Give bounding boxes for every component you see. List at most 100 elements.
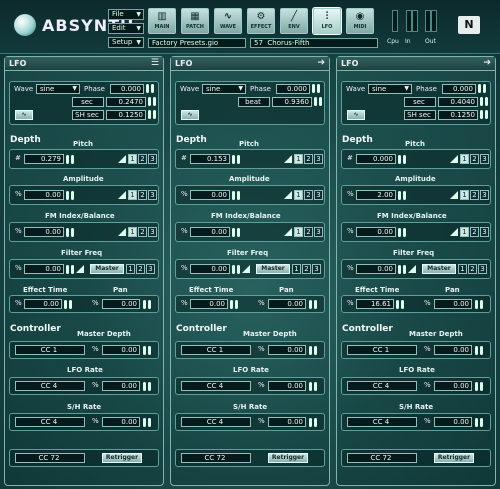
slot-1-button[interactable]: 1 <box>128 227 137 237</box>
curve-icon[interactable] <box>242 265 250 273</box>
lfo-rate-cc-field[interactable]: CC 4 <box>15 381 85 391</box>
phase-value[interactable]: 0.000 <box>110 84 144 94</box>
knob-icon[interactable] <box>237 155 240 164</box>
lfo-rate-cc-field[interactable]: CC 4 <box>181 381 251 391</box>
amplitude-value[interactable]: 0.00 <box>24 190 64 200</box>
effect-time-value[interactable]: 16.61 <box>356 299 394 309</box>
pan-value[interactable]: 0.00 <box>268 299 306 309</box>
knob-icon[interactable] <box>319 97 322 106</box>
knob-icon[interactable] <box>148 382 151 391</box>
amplitude-value[interactable]: 2.00 <box>356 190 396 200</box>
knob-icon[interactable] <box>148 418 151 427</box>
sh-rate-cc-field[interactable]: CC 4 <box>181 417 251 427</box>
slot-2-button[interactable]: 2 <box>304 227 313 237</box>
knob-icon[interactable] <box>232 191 235 200</box>
master-depth-cc-field[interactable]: CC 1 <box>181 345 251 355</box>
knob-icon[interactable] <box>146 84 149 93</box>
lfo-shape-icon[interactable]: ∿ <box>347 110 365 120</box>
effect-time-value[interactable]: 0.00 <box>24 299 62 309</box>
curve-icon[interactable] <box>118 191 126 199</box>
slot-1-button[interactable]: 1 <box>128 190 137 200</box>
pan-value[interactable]: 0.00 <box>434 299 472 309</box>
knob-icon[interactable] <box>475 382 478 391</box>
knob-icon[interactable] <box>314 418 317 427</box>
knob-icon[interactable] <box>232 155 235 164</box>
slot-2-button[interactable]: 2 <box>304 154 313 164</box>
retrigger-button[interactable]: Retrigger <box>102 453 142 463</box>
knob-icon[interactable] <box>71 191 74 200</box>
sh-unit-field[interactable]: SH sec <box>404 110 436 120</box>
retrigger-cc-field[interactable]: CC 72 <box>15 453 85 463</box>
knob-icon[interactable] <box>480 97 483 106</box>
wave-select[interactable]: sine ▼ <box>36 84 80 94</box>
phase-value[interactable]: 0.000 <box>276 84 310 94</box>
knob-icon[interactable] <box>71 228 74 237</box>
sh-rate-cc-field[interactable]: CC 4 <box>15 417 85 427</box>
lfo-rate-value[interactable]: 0.00 <box>434 381 472 391</box>
slot-1-button[interactable]: 1 <box>460 190 469 200</box>
slot-1-button[interactable]: 1 <box>126 264 135 274</box>
toolbar-midi-button[interactable]: ◉ MIDI <box>346 8 374 34</box>
knob-icon[interactable] <box>398 265 401 274</box>
knob-icon[interactable] <box>143 346 146 355</box>
master-button[interactable]: Master <box>422 264 456 274</box>
sh-rate-value[interactable]: 0.00 <box>268 417 306 427</box>
filter-value[interactable]: 0.00 <box>356 264 396 274</box>
knob-icon[interactable] <box>148 110 151 119</box>
rate-value[interactable]: 0.9360 <box>272 97 312 107</box>
knob-icon[interactable] <box>312 84 315 93</box>
lfo-shape-icon[interactable]: ∿ <box>181 110 199 120</box>
knob-icon[interactable] <box>314 382 317 391</box>
slot-3-button[interactable]: 3 <box>314 154 323 164</box>
knob-icon[interactable] <box>317 84 320 93</box>
sh-rate-value[interactable]: 0.00 <box>434 417 472 427</box>
curve-icon[interactable] <box>408 265 416 273</box>
curve-icon[interactable] <box>118 228 126 236</box>
sh-unit-field[interactable]: SH sec <box>72 110 104 120</box>
knob-icon[interactable] <box>309 300 312 309</box>
knob-icon[interactable] <box>480 300 483 309</box>
slot-1-button[interactable]: 1 <box>460 227 469 237</box>
slot-2-button[interactable]: 2 <box>138 190 147 200</box>
curve-icon[interactable] <box>450 155 458 163</box>
curve-icon[interactable] <box>284 191 292 199</box>
master-depth-value[interactable]: 0.00 <box>268 345 306 355</box>
curve-icon[interactable] <box>450 191 458 199</box>
knob-icon[interactable] <box>235 300 238 309</box>
knob-icon[interactable] <box>480 382 483 391</box>
file-menu[interactable]: File ▼ <box>108 9 144 20</box>
slot-2-button[interactable]: 2 <box>470 190 479 200</box>
fm-value[interactable]: 0.00 <box>356 227 396 237</box>
slot-1-button[interactable]: 1 <box>294 154 303 164</box>
knob-icon[interactable] <box>309 346 312 355</box>
knob-icon[interactable] <box>483 84 486 93</box>
master-depth-cc-field[interactable]: CC 1 <box>347 345 417 355</box>
toolbar-wave-button[interactable]: ∿ WAVE <box>214 8 242 34</box>
master-button[interactable]: Master <box>256 264 290 274</box>
knob-icon[interactable] <box>485 97 488 106</box>
sh-value[interactable]: 0.1250 <box>438 110 478 120</box>
knob-icon[interactable] <box>403 228 406 237</box>
toolbar-main-button[interactable]: ▥ MAIN <box>148 8 176 34</box>
slot-3-button[interactable]: 3 <box>480 190 489 200</box>
knob-icon[interactable] <box>153 110 156 119</box>
pitch-value[interactable]: 0.000 <box>356 154 396 164</box>
slot-2-button[interactable]: 2 <box>138 227 147 237</box>
knob-icon[interactable] <box>237 191 240 200</box>
retrigger-button[interactable]: Retrigger <box>434 453 474 463</box>
knob-icon[interactable] <box>309 418 312 427</box>
toolbar-patch-button[interactable]: ▦ PATCH <box>181 8 209 34</box>
knob-icon[interactable] <box>401 300 404 309</box>
pan-value[interactable]: 0.00 <box>102 299 140 309</box>
lfo-rate-value[interactable]: 0.00 <box>102 381 140 391</box>
rate-value[interactable]: 0.2470 <box>106 97 146 107</box>
knob-icon[interactable] <box>314 97 317 106</box>
knob-icon[interactable] <box>66 191 69 200</box>
menu-icon[interactable]: ☰ <box>151 57 159 70</box>
rate-unit-field[interactable]: beat <box>238 97 270 107</box>
knob-icon[interactable] <box>69 300 72 309</box>
curve-icon[interactable] <box>76 265 84 273</box>
master-button[interactable]: Master <box>90 264 124 274</box>
knob-icon[interactable] <box>403 155 406 164</box>
retrigger-button[interactable]: Retrigger <box>268 453 308 463</box>
